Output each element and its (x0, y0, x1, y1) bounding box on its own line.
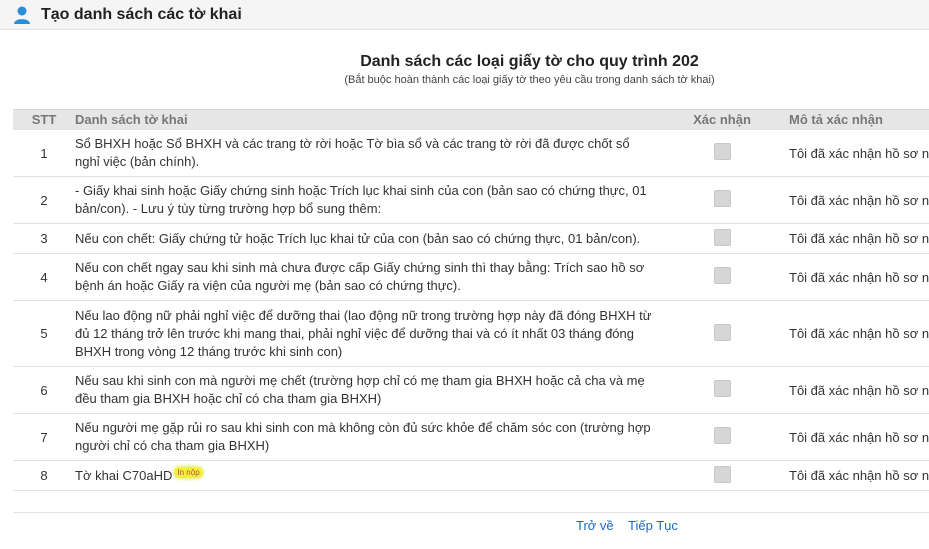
document-name: Nếu con chết: Giấy chứng tử hoặc Trích l… (75, 223, 673, 254)
document-table: STT Danh sách tờ khai Xác nhận Mô tả xác… (13, 109, 929, 491)
table-row: 1 Sổ BHXH hoặc Sổ BHXH và các trang tờ r… (13, 129, 929, 177)
confirm-checkbox[interactable] (713, 228, 731, 246)
back-link[interactable]: Trở về (576, 518, 614, 533)
confirm-checkbox[interactable] (713, 190, 731, 207)
page-header: Tạo danh sách các tờ khai (0, 0, 929, 30)
row-number: 7 (13, 413, 75, 461)
row-number: 6 (13, 366, 75, 414)
confirm-checkbox[interactable] (713, 465, 731, 483)
confirm-checkbox[interactable] (713, 323, 731, 341)
footer-navigation: Trở về Tiếp Tục (576, 518, 689, 533)
confirm-checkbox[interactable] (713, 143, 731, 160)
confirmation-description: Tôi đã xác nhận hồ sơ này (771, 460, 929, 491)
column-header-documents: Danh sách tờ khai (75, 109, 673, 130)
table-header-row: STT Danh sách tờ khai Xác nhận Mô tả xác… (13, 109, 929, 130)
footer-divider (13, 512, 929, 513)
table-row: 2 - Giấy khai sinh hoặc Giấy chứng sinh … (13, 176, 929, 224)
row-number: 2 (13, 176, 75, 224)
row-number: 1 (13, 129, 75, 177)
document-name: - Giấy khai sinh hoặc Giấy chứng sinh ho… (75, 176, 673, 224)
row-number: 8 (13, 460, 75, 491)
list-heading: Danh sách các loại giấy tờ cho quy trình… (130, 52, 929, 86)
confirmation-description: Tôi đã xác nhận hồ sơ này (771, 129, 929, 177)
column-header-description: Mô tả xác nhận (771, 109, 929, 130)
row-number: 5 (13, 300, 75, 367)
document-name: Tờ khai C70aHD (75, 467, 173, 483)
confirmation-description: Tôi đã xác nhận hồ sơ này (771, 253, 929, 301)
column-header-confirm: Xác nhận (673, 109, 771, 130)
document-name: Nếu sau khi sinh con mà người mẹ chết (t… (75, 366, 673, 414)
table-row: 8 Tờ khai C70aHD In nộp Tôi đã xác nhận h… (13, 460, 929, 491)
list-title: Danh sách các loại giấy tờ cho quy trình… (360, 53, 699, 70)
document-name: Sổ BHXH hoặc Sổ BHXH và các trang tờ rời… (75, 129, 673, 177)
row-number: 3 (13, 223, 75, 254)
confirm-checkbox[interactable] (713, 427, 731, 444)
confirmation-description: Tôi đã xác nhận hồ sơ này (771, 223, 929, 254)
confirmation-description: Tôi đã xác nhận hồ sơ này (771, 176, 929, 224)
document-name: Nếu người mẹ gặp rủi ro sau khi sinh con… (75, 413, 673, 461)
continue-link[interactable]: Tiếp Tục (628, 518, 678, 533)
confirmation-description: Tôi đã xác nhận hồ sơ này (771, 413, 929, 461)
column-header-stt: STT (13, 109, 75, 130)
document-name: Nếu con chết ngay sau khi sinh mà chưa đ… (75, 253, 673, 301)
print-submit-badge[interactable]: In nộp (174, 466, 203, 478)
confirmation-description: Tôi đã xác nhận hồ sơ này (771, 300, 929, 367)
list-subtitle: (Bắt buộc hoàn thành các loại giấy tờ th… (344, 74, 715, 86)
table-row: 3 Nếu con chết: Giấy chứng tử hoặc Trích… (13, 223, 929, 254)
page-title: Tạo danh sách các tờ khai (41, 5, 242, 23)
table-row: 4 Nếu con chết ngay sau khi sinh mà chưa… (13, 253, 929, 301)
document-name: Nếu lao động nữ phải nghỉ việc để dưỡng … (75, 300, 673, 367)
confirm-checkbox[interactable] (713, 380, 731, 397)
confirmation-description: Tôi đã xác nhận hồ sơ này (771, 366, 929, 414)
row-number: 4 (13, 253, 75, 301)
table-row: 5 Nếu lao động nữ phải nghỉ việc để dưỡn… (13, 300, 929, 367)
table-row: 7 Nếu người mẹ gặp rủi ro sau khi sinh c… (13, 413, 929, 461)
user-icon (12, 5, 32, 25)
table-row: 6 Nếu sau khi sinh con mà người mẹ chết … (13, 366, 929, 414)
confirm-checkbox[interactable] (713, 267, 731, 284)
